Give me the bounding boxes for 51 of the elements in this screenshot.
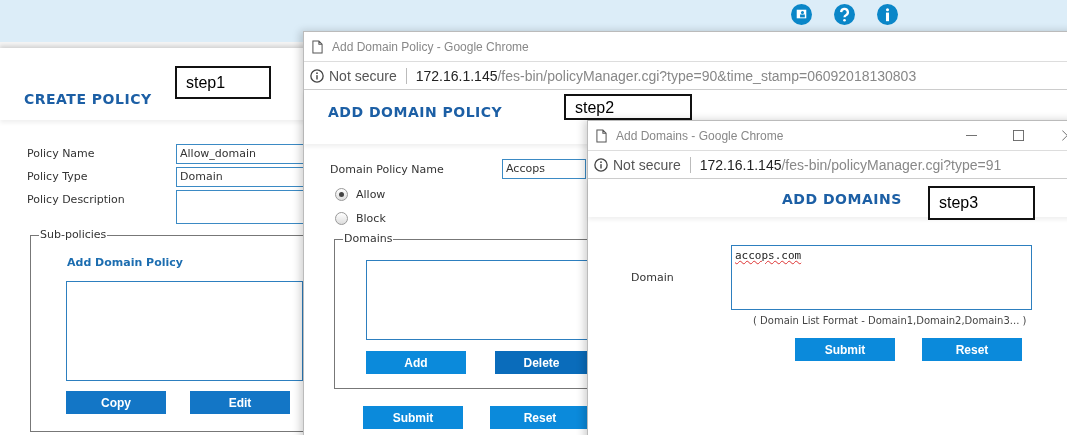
- dialog-title: ADD DOMAIN POLICY: [328, 104, 503, 120]
- action-button[interactable]: Add: [366, 351, 466, 374]
- address-bar[interactable]: Not secure 172.16.1.145/fes-bin/policyManager.cgi?type=91: [588, 151, 1067, 179]
- step-annotation: step3: [928, 186, 1035, 220]
- page-icon: [312, 39, 323, 54]
- page-title: CREATE POLICY: [24, 91, 152, 107]
- field-label: Domain: [631, 271, 675, 284]
- manual-icon[interactable]: [791, 4, 812, 25]
- window-title: Add Domain Policy - Google Chrome: [332, 39, 529, 54]
- text-area[interactable]: accops.com: [731, 245, 1032, 310]
- text-field[interactable]: Accops: [502, 159, 586, 179]
- info-icon: [594, 157, 608, 172]
- step-annotation: step1: [175, 66, 271, 99]
- close-icon[interactable]: [1062, 130, 1067, 141]
- action-button[interactable]: Delete: [495, 351, 588, 374]
- action-button[interactable]: Submit: [363, 406, 463, 429]
- window-title: Add Domains - Google Chrome: [616, 128, 784, 143]
- add-domain-policy-link[interactable]: Add Domain Policy: [67, 256, 183, 269]
- step-annotation: step2: [564, 94, 692, 120]
- info-icon: [310, 68, 324, 83]
- field-label: Policy Name: [27, 146, 96, 162]
- page-icon: [596, 128, 607, 143]
- help-icon[interactable]: [834, 4, 855, 25]
- radio-button[interactable]: [335, 188, 348, 201]
- text-area[interactable]: [176, 190, 305, 224]
- maximize-icon[interactable]: [1013, 130, 1024, 141]
- group-legend: Sub-policies: [39, 228, 108, 241]
- field-label: Policy Description: [27, 192, 126, 208]
- dialog-title: ADD DOMAINS: [782, 191, 902, 207]
- list-box[interactable]: [66, 281, 303, 381]
- address-bar[interactable]: Not secure 172.16.1.145/fes-bin/policyManager.cgi?type=90&time_stamp=06092018130803: [304, 62, 1067, 90]
- field-label: Policy Type: [27, 169, 89, 185]
- security-label: Not secure: [613, 156, 681, 173]
- field-label: Domain Policy Name: [330, 162, 445, 176]
- action-button[interactable]: Reset: [490, 406, 590, 429]
- list-box[interactable]: [366, 260, 588, 340]
- action-button[interactable]: Edit: [190, 391, 290, 414]
- radio-label: Allow: [356, 188, 386, 201]
- action-button[interactable]: Reset: [922, 338, 1022, 361]
- url-text: 172.16.1.145/fes-bin/policyManager.cgi?type=91: [699, 156, 1002, 173]
- group-legend: Domains: [343, 232, 394, 245]
- action-button[interactable]: Submit: [795, 338, 895, 361]
- radio-button[interactable]: [335, 212, 348, 225]
- radio-label: Block: [356, 212, 386, 225]
- action-button[interactable]: Copy: [66, 391, 166, 414]
- info-icon[interactable]: [877, 4, 898, 25]
- security-label: Not secure: [329, 67, 397, 84]
- url-text: 172.16.1.145/fes-bin/policyManager.cgi?type=90&time_stamp=06092018130803: [415, 67, 917, 84]
- text-field[interactable]: Allow_domain: [176, 144, 305, 164]
- text-field[interactable]: Domain: [176, 167, 305, 187]
- hint-text: ( Domain List Format - Domain1,Domain2,Domain3... ): [753, 315, 1028, 326]
